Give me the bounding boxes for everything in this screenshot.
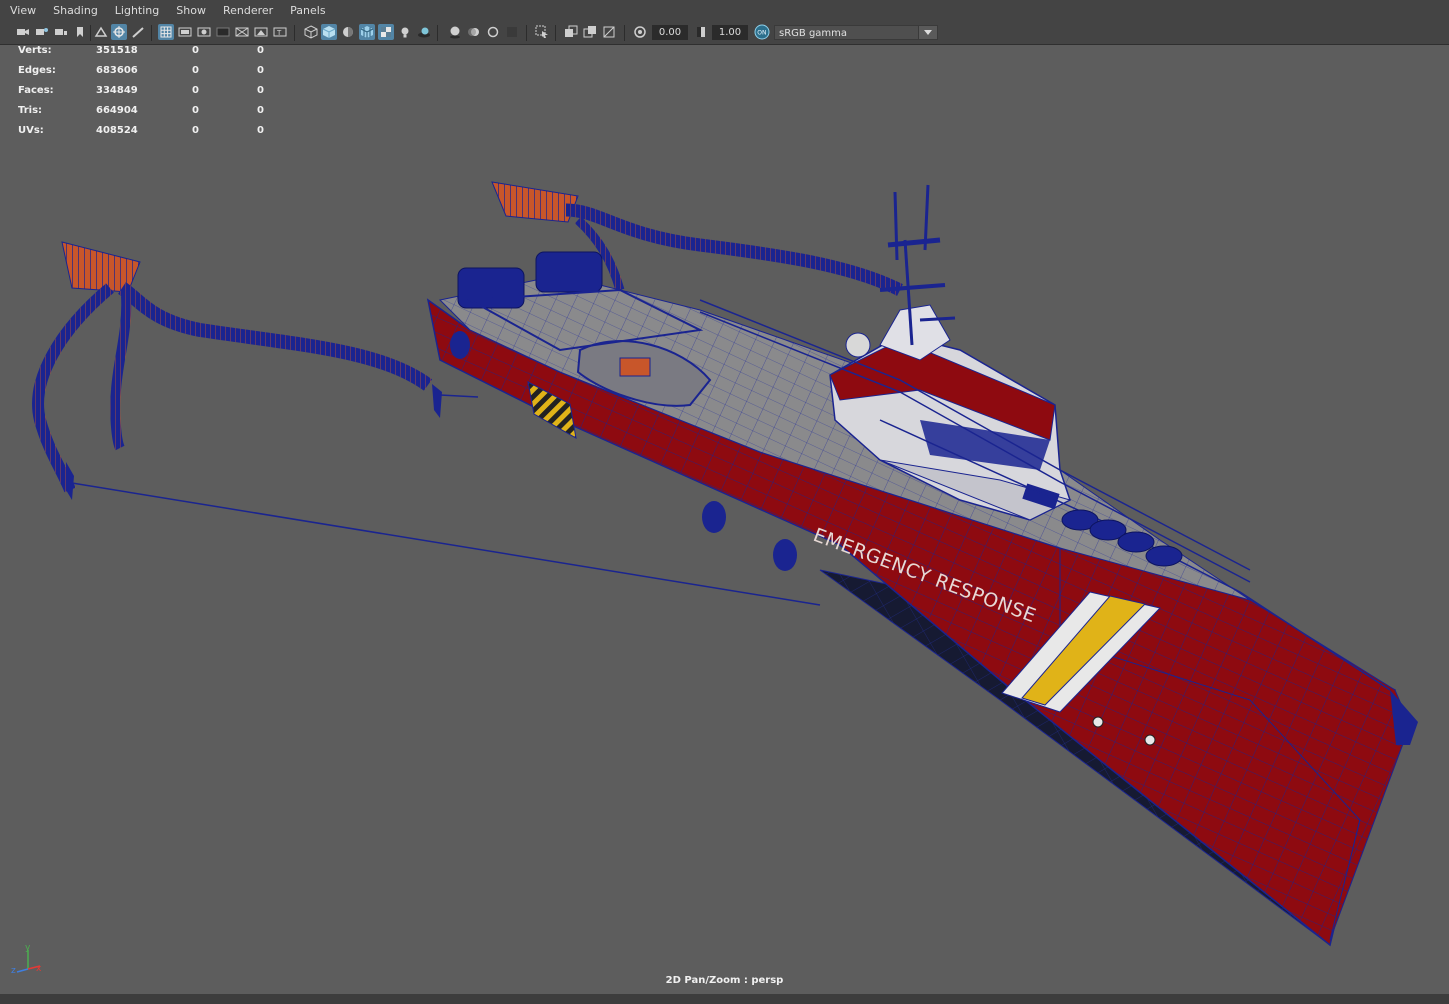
color-space-dropdown[interactable]: sRGB gamma (774, 25, 938, 40)
smooth-shade-icon[interactable] (321, 24, 337, 40)
hud-value: 0 (257, 105, 264, 116)
hud-value: 0 (192, 85, 199, 96)
tow-line[interactable] (439, 394, 479, 398)
hud-label-uvs: UVs: (18, 125, 44, 136)
bookmark-icon[interactable] (72, 24, 88, 40)
toolbar-separator (294, 25, 295, 41)
hud-label-tris: Tris: (18, 105, 43, 116)
depth-of-field-icon[interactable] (504, 24, 520, 40)
hud-value: 0 (192, 105, 199, 116)
color-space-value: sRGB gamma (779, 28, 848, 39)
scene-canvas[interactable]: EMERGENCY RESPONSE y x z (0, 45, 1449, 995)
color-management-icon[interactable]: ON (754, 24, 770, 40)
exposure-icon[interactable] (632, 24, 648, 40)
hud-value: 0 (192, 125, 199, 136)
safe-title-icon[interactable]: T (272, 24, 288, 40)
gamma-icon[interactable] (693, 24, 709, 40)
xray-joints-icon[interactable] (582, 24, 598, 40)
hud-label-verts: Verts: (18, 45, 52, 56)
oil-boom-left[interactable] (32, 241, 442, 500)
grease-pencil-icon[interactable] (130, 24, 146, 40)
camera-icon[interactable] (15, 24, 31, 40)
camera-status: 2D Pan/Zoom : persp (665, 975, 784, 986)
xray-icon[interactable] (563, 24, 579, 40)
wireframe-on-shaded-icon[interactable] (359, 24, 375, 40)
image-plane-icon[interactable] (93, 24, 109, 40)
menu-shading[interactable]: Shading (43, 0, 105, 22)
hud-value: 0 (257, 85, 264, 96)
motion-blur-icon[interactable] (466, 24, 482, 40)
exposure-field[interactable]: 0.00 (652, 25, 688, 40)
2d-pan-zoom-icon[interactable] (111, 24, 127, 40)
textured-icon[interactable] (378, 24, 394, 40)
axis-x-label: x (36, 964, 42, 974)
hud-value: 408524 (96, 125, 138, 136)
hud-value: 0 (257, 65, 264, 76)
wireframe-icon[interactable] (303, 24, 319, 40)
hud-value: 351518 (96, 45, 138, 56)
field-chart-icon[interactable] (234, 24, 250, 40)
menu-show[interactable]: Show (166, 0, 213, 22)
chevron-down-icon[interactable] (918, 26, 937, 39)
hud-value: 0 (192, 65, 199, 76)
menu-renderer[interactable]: Renderer (213, 0, 280, 22)
menu-lighting[interactable]: Lighting (105, 0, 166, 22)
axis-y-label: y (25, 943, 31, 953)
lights-icon[interactable] (397, 24, 413, 40)
3d-viewport[interactable]: EMERGENCY RESPONSE y x z Verts: 351518 0… (0, 45, 1449, 995)
safe-action-icon[interactable] (253, 24, 269, 40)
anti-aliasing-icon[interactable] (485, 24, 501, 40)
toolbar-separator (90, 25, 91, 41)
toolbar-separator (437, 25, 438, 41)
axis-gizmo: y x z (11, 943, 42, 976)
grid-icon[interactable] (158, 24, 174, 40)
xray-active-components-icon[interactable] (601, 24, 617, 40)
tow-line[interactable] (71, 482, 821, 606)
menu-view[interactable]: View (0, 0, 43, 22)
panel-menu-bar: View Shading Lighting Show Renderer Pane… (0, 0, 1449, 22)
menu-panels[interactable]: Panels (280, 0, 332, 22)
film-gate-icon[interactable] (177, 24, 193, 40)
hud-value: 0 (192, 45, 199, 56)
color-management-badge: ON (757, 30, 766, 37)
toolbar-separator (624, 25, 625, 41)
isolate-select-icon[interactable] (534, 24, 550, 40)
ambient-occlusion-icon[interactable] (447, 24, 463, 40)
viewport-border (0, 994, 1449, 1004)
toolbar-separator (555, 25, 556, 41)
hud-value: 0 (257, 45, 264, 56)
toolbar-separator (151, 25, 152, 41)
hud-value: 664904 (96, 105, 138, 116)
hud-label-edges: Edges: (18, 65, 56, 76)
shadows-icon[interactable] (416, 24, 432, 40)
resolution-gate-icon[interactable] (196, 24, 212, 40)
toolbar-separator (526, 25, 527, 41)
gamma-field[interactable]: 1.00 (712, 25, 748, 40)
svg-text:T: T (276, 29, 282, 37)
gate-mask-icon[interactable] (215, 24, 231, 40)
hud-value: 0 (257, 125, 264, 136)
camera-lock-icon[interactable] (53, 24, 69, 40)
panel-toolbar: T 0.00 1.00 ON sRGB gamma (0, 22, 1449, 45)
hud-value: 683606 (96, 65, 138, 76)
hud-value: 334849 (96, 85, 138, 96)
hud-label-faces: Faces: (18, 85, 54, 96)
camera-attributes-icon[interactable] (34, 24, 50, 40)
default-material-icon[interactable] (340, 24, 356, 40)
